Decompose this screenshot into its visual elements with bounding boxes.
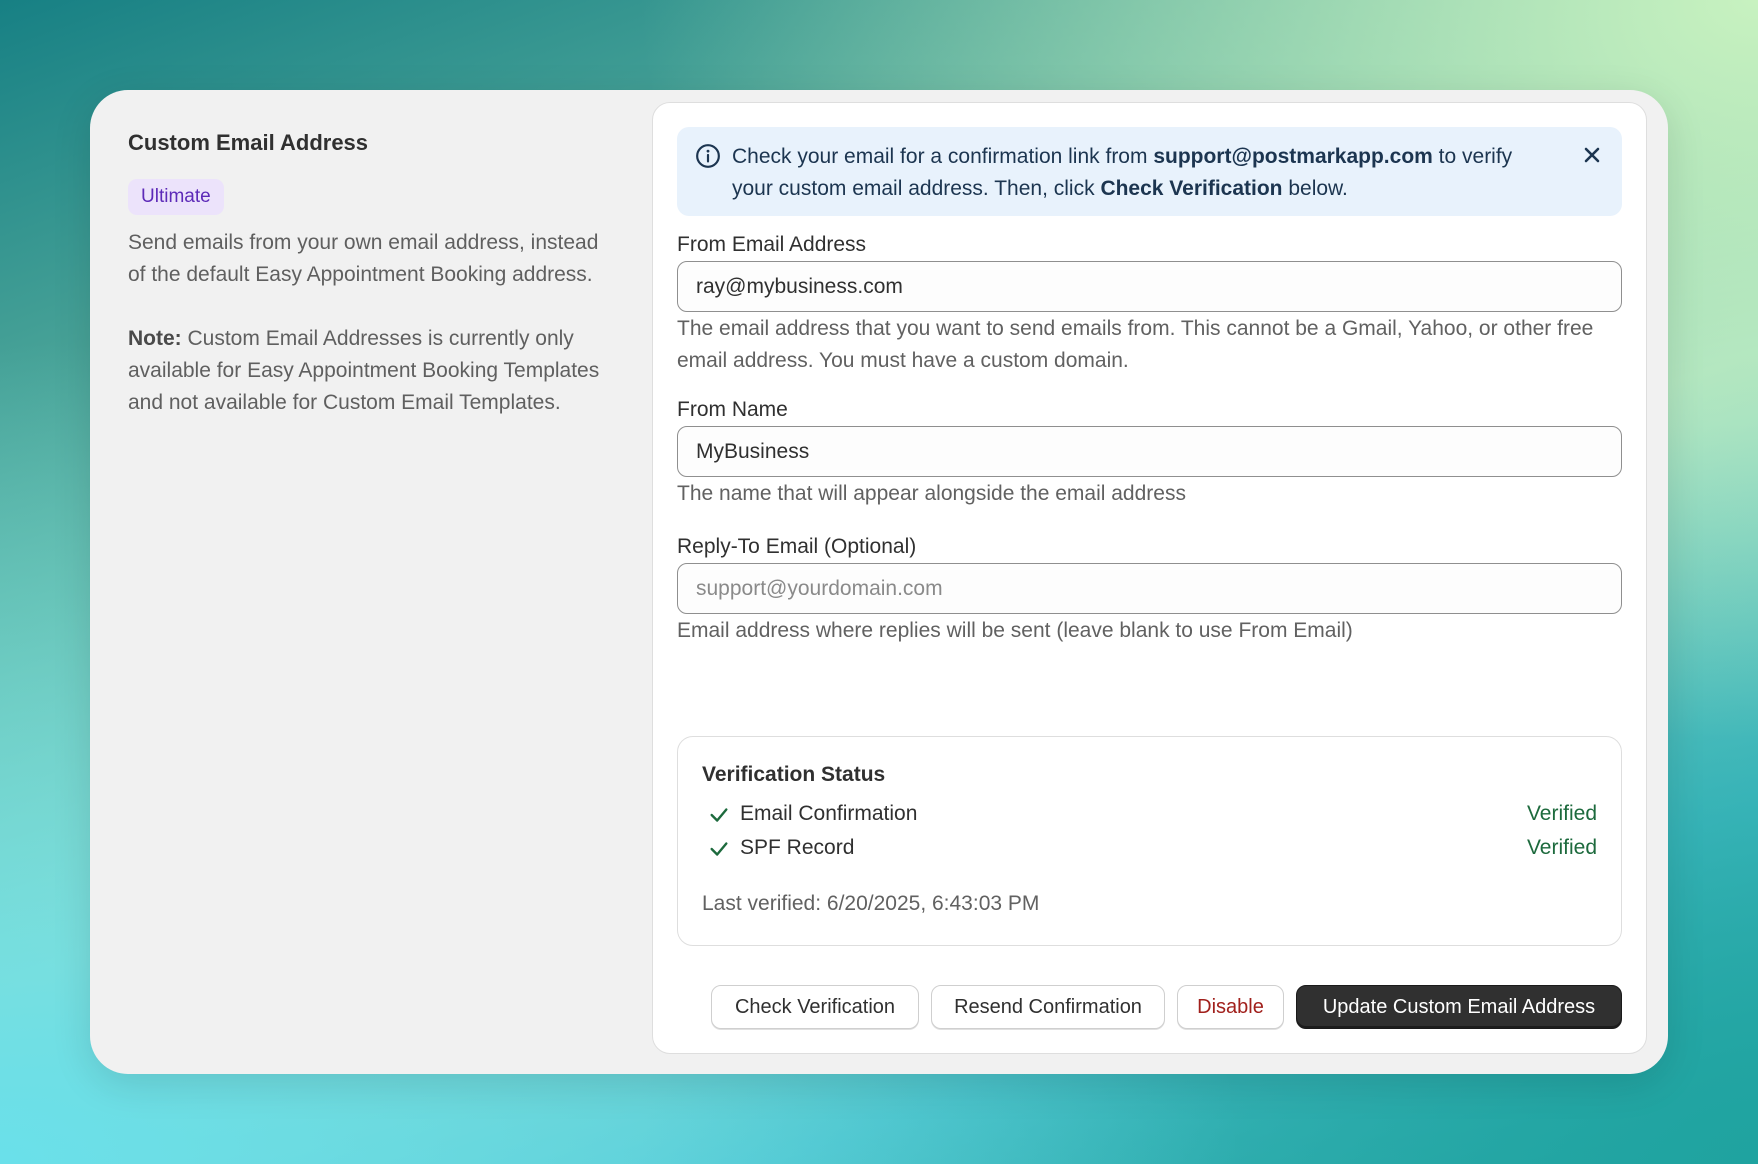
verification-title: Verification Status [702,763,886,786]
status-item-name: Email Confirmation [740,802,918,825]
status-row-spf-record: SPF Record Verified [702,833,1597,863]
from-email-label: From Email Address [677,233,867,256]
close-icon[interactable] [1580,143,1604,167]
from-email-help: The email address that you want to send … [677,317,1594,372]
info-banner: Check your email for a confirmation link… [677,127,1622,216]
status-row-email-confirmation: Email Confirmation Verified [702,799,1597,829]
reply-to-input[interactable] [677,563,1622,614]
resend-confirmation-button[interactable]: Resend Confirmation [931,985,1165,1029]
banner-message: Check your email for a confirmation link… [732,141,1552,205]
checkmark-icon [710,842,728,856]
status-item-state: Verified [1526,836,1597,859]
status-item-name: SPF Record [740,836,855,859]
update-custom-email-button[interactable]: Update Custom Email Address [1296,985,1622,1029]
settings-panel: Check your email for a confirmation link… [652,102,1647,1054]
settings-card: Custom Email Address Ultimate Send email… [90,90,1668,1074]
status-item-state: Verified [1526,802,1597,825]
last-verified-text: Last verified: 6/20/2025, 6:43:03 PM [702,892,1040,915]
from-email-input[interactable] [677,261,1622,312]
from-name-label: From Name [677,398,788,421]
section-description: Custom Email Address Ultimate Send email… [128,130,618,419]
note-text: Custom Email Addresses is currently only… [128,327,600,414]
plan-badge: Ultimate [128,179,224,215]
banner-text-3: below. [1282,177,1348,200]
reply-to-help: Email address where replies will be sent… [677,619,1353,642]
banner-action: Check Verification [1100,177,1283,200]
reply-to-label: Reply-To Email (Optional) [677,535,917,558]
section-title: Custom Email Address [128,130,369,155]
banner-email: support@postmarkapp.com [1153,145,1433,168]
section-description-text: Send emails from your own email address,… [128,231,599,286]
check-verification-button[interactable]: Check Verification [711,985,919,1029]
section-note: Note: Custom Email Addresses is currentl… [128,323,618,419]
checkmark-icon [710,808,728,822]
from-name-help: The name that will appear alongside the … [677,482,1186,505]
banner-text-1: Check your email for a confirmation link… [732,145,1154,168]
verification-status-box: Verification Status Email Confirmation V… [677,736,1622,946]
from-name-input[interactable] [677,426,1622,477]
disable-button[interactable]: Disable [1177,985,1284,1029]
note-label: Note: [128,327,182,350]
info-circle-icon [696,144,720,168]
